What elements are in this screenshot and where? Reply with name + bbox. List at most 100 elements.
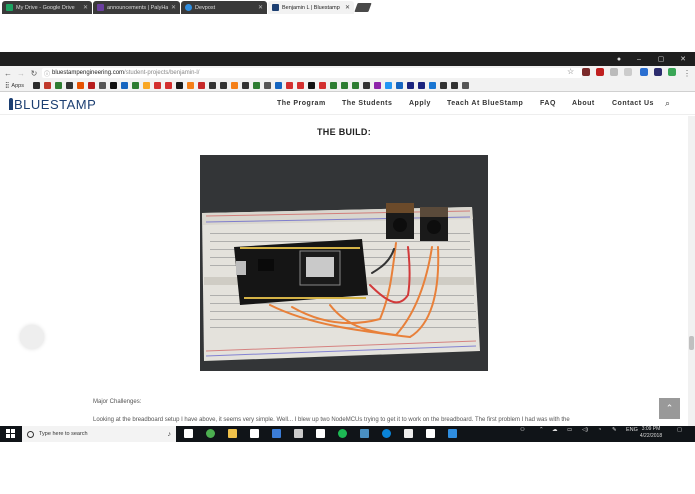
microphone-icon[interactable]: ♪	[168, 431, 172, 438]
bookmark-favicon-icon[interactable]	[374, 82, 381, 89]
store-icon[interactable]	[272, 429, 281, 438]
battery-icon[interactable]: ▭	[567, 427, 572, 433]
apps-bookmark[interactable]: ⣿ Apps	[5, 82, 24, 90]
bookmark-favicon-icon[interactable]	[242, 82, 249, 89]
bookmark-favicon-icon[interactable]	[385, 82, 392, 89]
extension-icon[interactable]	[640, 68, 648, 76]
bookmark-favicon-icon[interactable]	[33, 82, 40, 89]
bookmark-favicon-icon[interactable]	[264, 82, 271, 89]
bookmark-favicon-icon[interactable]	[363, 82, 370, 89]
site-logo[interactable]: BLUESTAMP	[9, 97, 96, 112]
bookmark-favicon-icon[interactable]	[275, 82, 282, 89]
nav-contact-us[interactable]: Contact Us	[612, 100, 654, 107]
info-icon[interactable]: ⓘ	[44, 69, 50, 78]
bookmark-favicon-icon[interactable]	[440, 82, 447, 89]
close-icon[interactable]: ✕	[258, 4, 263, 11]
bookmark-favicon-icon[interactable]	[55, 82, 62, 89]
address-bar[interactable]: bluestampengineering.com/student-project…	[42, 68, 582, 78]
bookmark-favicon-icon[interactable]	[143, 82, 150, 89]
windows-start-icon[interactable]	[6, 429, 15, 438]
extension-icon[interactable]	[668, 68, 676, 76]
extension-icon[interactable]	[596, 68, 604, 76]
bookmark-favicon-icon[interactable]	[352, 82, 359, 89]
network-icon[interactable]: ◔	[598, 427, 601, 433]
taskbar-clock[interactable]: 3:09 PM 4/22/2018	[636, 426, 666, 440]
spotify-icon[interactable]	[338, 429, 347, 438]
notifications-icon[interactable]: ▢	[677, 427, 682, 433]
volume-icon[interactable]: ◁)	[582, 427, 588, 433]
bookmark-favicon-icon[interactable]	[418, 82, 425, 89]
bookmark-favicon-icon[interactable]	[451, 82, 458, 89]
bookmark-favicon-icon[interactable]	[396, 82, 403, 89]
search-icon[interactable]: ⌕	[665, 98, 670, 109]
bookmark-favicon-icon[interactable]	[88, 82, 95, 89]
tab-bluestamp[interactable]: Benjamin L | Bluestamp ✕	[268, 1, 354, 14]
nav-faq[interactable]: FAQ	[540, 100, 556, 107]
bookmark-favicon-icon[interactable]	[154, 82, 161, 89]
podcast-icon[interactable]	[426, 429, 435, 438]
chrome-icon[interactable]	[206, 429, 215, 438]
bookmark-favicon-icon[interactable]	[286, 82, 293, 89]
star-icon[interactable]: ☆	[567, 67, 574, 76]
bookmark-favicon-icon[interactable]	[198, 82, 205, 89]
bookmark-favicon-icon[interactable]	[110, 82, 117, 89]
bookmark-favicon-icon[interactable]	[66, 82, 73, 89]
bookmark-favicon-icon[interactable]	[319, 82, 326, 89]
bookmark-favicon-icon[interactable]	[220, 82, 227, 89]
media-icon[interactable]	[316, 429, 325, 438]
nav-the-program[interactable]: The Program	[277, 100, 326, 107]
vs-code-icon[interactable]	[382, 429, 391, 438]
mail-icon[interactable]	[250, 429, 259, 438]
extension-icon[interactable]	[582, 68, 590, 76]
bookmark-favicon-icon[interactable]	[341, 82, 348, 89]
close-window-button[interactable]: ✕	[672, 52, 694, 66]
nav-about[interactable]: About	[572, 100, 595, 107]
tray-chevron-icon[interactable]: ⌃	[539, 427, 544, 433]
pinned-app-icon[interactable]	[448, 429, 457, 438]
pen-icon[interactable]: ✎	[612, 427, 617, 433]
app-icon[interactable]	[404, 429, 413, 438]
nav-the-students[interactable]: The Students	[342, 100, 392, 107]
profile-icon[interactable]: ●	[608, 52, 630, 66]
reload-icon[interactable]: ↻	[29, 66, 39, 80]
extension-icon[interactable]	[624, 68, 632, 76]
bookmark-favicon-icon[interactable]	[253, 82, 260, 89]
scrollbar-thumb[interactable]	[689, 336, 694, 350]
bookmark-favicon-icon[interactable]	[407, 82, 414, 89]
tab-devpost[interactable]: Devpost ✕	[181, 1, 267, 14]
steam-icon[interactable]	[360, 429, 369, 438]
bookmark-favicon-icon[interactable]	[77, 82, 84, 89]
bookmark-favicon-icon[interactable]	[209, 82, 216, 89]
bookmark-favicon-icon[interactable]	[330, 82, 337, 89]
bookmark-favicon-icon[interactable]	[429, 82, 436, 89]
tab-google-drive[interactable]: My Drive - Google Drive ✕	[2, 1, 92, 14]
task-view-icon[interactable]	[184, 429, 193, 438]
taskbar-search-box[interactable]: Type here to search ♪	[22, 426, 176, 442]
bookmark-favicon-icon[interactable]	[165, 82, 172, 89]
extension-icon[interactable]	[610, 68, 618, 76]
scrollbar[interactable]	[688, 116, 695, 426]
bookmark-favicon-icon[interactable]	[176, 82, 183, 89]
maximize-button[interactable]: ▢	[650, 52, 672, 66]
menu-dots-icon[interactable]: ⋮	[682, 66, 692, 80]
bookmark-favicon-icon[interactable]	[462, 82, 469, 89]
bookmark-favicon-icon[interactable]	[99, 82, 106, 89]
extension-icon[interactable]	[654, 68, 662, 76]
file-explorer-icon[interactable]	[228, 429, 237, 438]
bookmark-favicon-icon[interactable]	[44, 82, 51, 89]
bookmark-favicon-icon[interactable]	[132, 82, 139, 89]
bookmark-favicon-icon[interactable]	[231, 82, 238, 89]
close-icon[interactable]: ✕	[171, 4, 176, 11]
back-arrow-icon[interactable]: ←	[3, 66, 13, 80]
minimize-button[interactable]: –	[628, 52, 650, 66]
nav-apply[interactable]: Apply	[409, 100, 431, 107]
bookmark-favicon-icon[interactable]	[187, 82, 194, 89]
tray-people-icon[interactable]: ⚇	[520, 427, 525, 433]
bookmark-favicon-icon[interactable]	[308, 82, 315, 89]
bookmark-favicon-icon[interactable]	[121, 82, 128, 89]
forward-arrow-icon[interactable]: →	[16, 66, 26, 80]
close-icon[interactable]: ✕	[83, 4, 88, 11]
calculator-icon[interactable]	[294, 429, 303, 438]
onedrive-icon[interactable]: ☁	[552, 427, 558, 433]
bookmark-favicon-icon[interactable]	[297, 82, 304, 89]
